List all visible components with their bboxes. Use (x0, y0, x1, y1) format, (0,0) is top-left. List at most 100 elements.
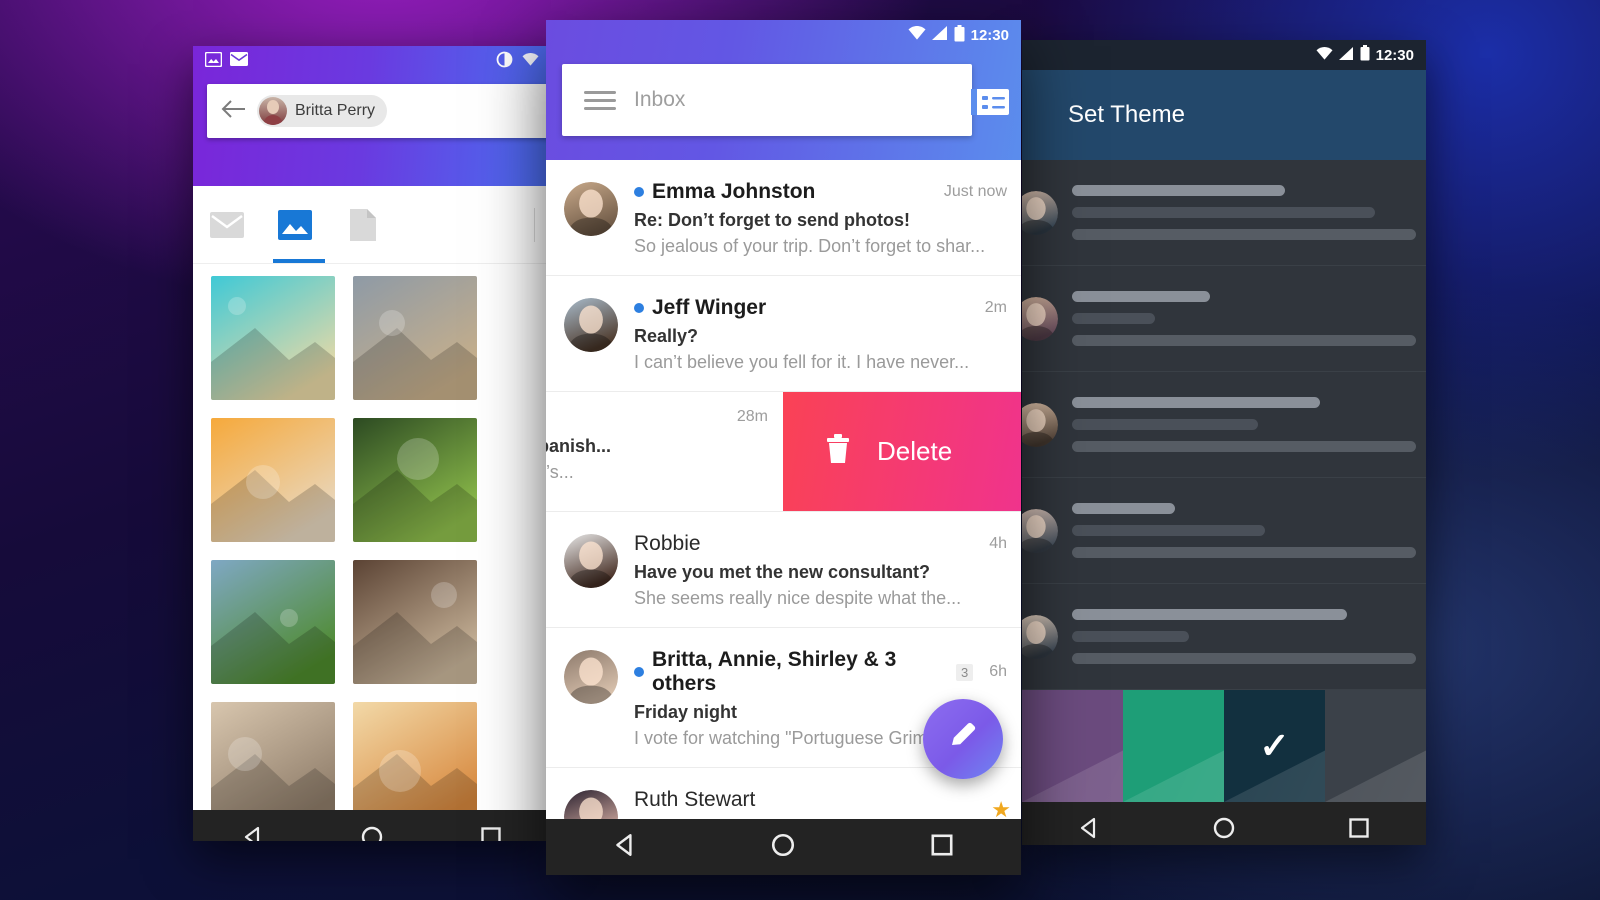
recipient-chip[interactable]: Britta Perry (257, 95, 388, 127)
placeholder-line (1072, 609, 1348, 620)
clock-label: 12:30 (1375, 46, 1414, 64)
photo-thumbnail[interactable] (211, 418, 335, 542)
back-triangle-icon[interactable] (612, 832, 638, 863)
placeholder-line (1072, 229, 1416, 240)
home-circle-icon[interactable] (1212, 816, 1236, 845)
hamburger-menu-icon[interactable] (584, 90, 616, 110)
avatar (1022, 508, 1058, 553)
theme-preview-list (1022, 160, 1426, 690)
message-row[interactable]: Jeff Winger 2m Really? I can’t believe you … (546, 276, 1021, 392)
trash-icon (825, 434, 851, 469)
message-subject: Really? (634, 326, 699, 346)
message-subject: Re: Don’t forget to send photos! (634, 210, 910, 230)
left-appbar: Britta Perry (193, 46, 551, 186)
placeholder-lines (1072, 291, 1426, 346)
back-triangle-icon[interactable] (1077, 816, 1101, 845)
theme-preview-row (1022, 266, 1426, 372)
theme-swatch-grey[interactable] (1325, 690, 1426, 802)
placeholder-line (1072, 503, 1176, 514)
center-phone-inbox-app: 12:30 Inbox Emma Johnston Just now Re: Don… (546, 20, 1021, 875)
message-body: Emma Johnston Just now Re: Don’t forget to… (634, 178, 1007, 257)
swiped-message-row[interactable]: 28m with my Spanish... ith Tuesday’s... Del… (546, 392, 1021, 512)
avatar[interactable] (564, 534, 618, 588)
back-arrow-icon[interactable] (221, 99, 247, 124)
placeholder-line (1072, 185, 1286, 196)
photo-thumbnail[interactable] (353, 702, 477, 810)
home-circle-icon[interactable] (770, 832, 796, 863)
message-snippet: So jealous of your trip. Don’t forget to… (634, 236, 986, 256)
delete-label: Delete (877, 436, 953, 466)
tab-files[interactable] (329, 186, 397, 263)
clock-label: 12:30 (970, 26, 1009, 44)
set-theme-title: Set Theme (1022, 70, 1426, 160)
photo-thumbnail[interactable] (211, 702, 335, 810)
photo-thumbnail[interactable] (211, 276, 335, 400)
message-sender: Ruth Stewart (634, 788, 756, 811)
photo-thumbnail[interactable] (353, 418, 477, 542)
message-snippet: She seems really nice despite what the..… (634, 588, 962, 608)
message-header: Robbie 4h (634, 532, 1007, 556)
message-header: Ruth Stewart (634, 788, 1007, 812)
thread-count-badge: 3 (955, 663, 974, 681)
tab-photos[interactable] (261, 186, 329, 263)
theme-swatch-purple[interactable] (1022, 690, 1123, 802)
brightness-icon (495, 50, 514, 73)
inbox-search-bar[interactable]: Inbox (562, 64, 972, 136)
list-view-icon[interactable] (967, 82, 1013, 122)
message-timestamp: 28m (736, 408, 768, 425)
theme-preview-row (1022, 372, 1426, 478)
photo-notification-icon (204, 51, 223, 71)
placeholder-line (1072, 525, 1265, 536)
center-status-bar: 12:30 (546, 20, 1021, 50)
compose-pencil-icon (944, 718, 982, 761)
left-nav-bar (193, 810, 551, 841)
unread-dot-icon (634, 667, 644, 677)
message-subject: Have you met the new consultant? (634, 562, 931, 582)
back-triangle-icon[interactable] (241, 825, 265, 841)
message-row[interactable]: Emma Johnston Just now Re: Don’t forget to… (546, 160, 1021, 276)
recipient-search-field[interactable]: Britta Perry (207, 84, 551, 138)
message-sender: Robbie (634, 532, 701, 555)
photo-thumbnail[interactable] (211, 560, 335, 684)
message-timestamp: 2m (984, 299, 1007, 316)
placeholder-line (1072, 335, 1416, 346)
recents-square-icon[interactable] (929, 832, 955, 863)
wifi-icon (522, 52, 539, 70)
delete-swipe-action[interactable]: Delete (783, 392, 1021, 511)
placeholder-line (1072, 313, 1155, 324)
avatar[interactable] (564, 650, 618, 704)
battery-icon (1360, 45, 1370, 65)
theme-swatch-navy[interactable]: ✓ (1224, 690, 1325, 802)
compose-fab-button[interactable] (923, 699, 1003, 779)
message-body: Robbie 4h Have you met the new consultant?… (634, 530, 1007, 609)
message-snippet: ith Tuesday’s... (546, 462, 574, 482)
avatar[interactable] (564, 182, 618, 236)
home-circle-icon[interactable] (360, 825, 384, 841)
recents-square-icon[interactable] (479, 825, 503, 841)
recents-square-icon[interactable] (1347, 816, 1371, 845)
theme-swatch-teal[interactable] (1123, 690, 1224, 802)
avatar (1022, 614, 1058, 659)
theme-swatch-row: ✓ (1022, 690, 1426, 802)
wifi-icon (908, 26, 926, 44)
tab-mail[interactable] (193, 186, 261, 263)
theme-preview-row (1022, 478, 1426, 584)
placeholder-line (1072, 397, 1320, 408)
search-input[interactable]: Inbox (634, 88, 685, 112)
avatar[interactable] (564, 298, 618, 352)
photo-thumbnail[interactable] (353, 560, 477, 684)
active-tab-indicator (273, 259, 325, 263)
message-header: Britta, Annie, Shirley & 3 others 3 6h (634, 648, 1007, 696)
message-row[interactable]: Robbie 4h Have you met the new consultant?… (546, 512, 1021, 628)
unread-dot-icon (634, 187, 644, 197)
message-sender: Jeff Winger (652, 296, 767, 319)
message-snippet: I can’t believe you fell for it. I have … (634, 352, 970, 372)
placeholder-line (1072, 441, 1416, 452)
message-header: Jeff Winger 2m (634, 296, 1007, 320)
theme-preview-row (1022, 160, 1426, 266)
photo-thumbnail[interactable] (353, 276, 477, 400)
placeholder-lines (1072, 503, 1426, 558)
recipient-name: Britta Perry (295, 102, 376, 119)
avatar (1022, 190, 1058, 235)
wifi-icon (1316, 46, 1333, 64)
